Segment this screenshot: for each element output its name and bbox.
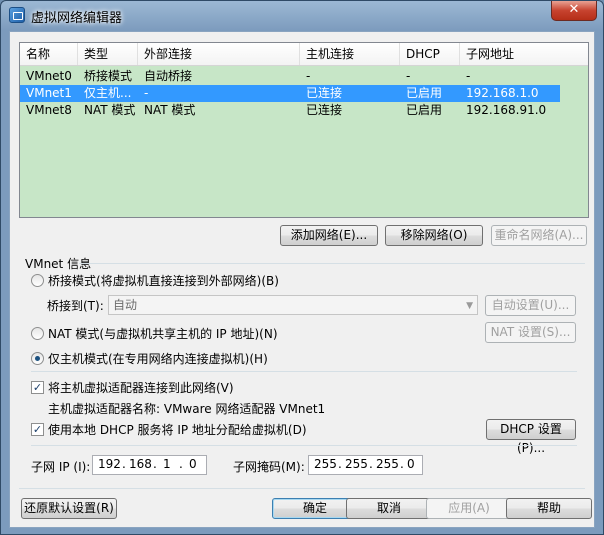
ip-octet[interactable]: 192 [98,457,121,471]
cell-name: VMnet8 [26,103,72,117]
add-network-button[interactable]: 添加网络(E)... [280,225,378,246]
chevron-down-icon: ▼ [466,301,473,311]
cancel-button[interactable]: 取消 [346,498,432,519]
subnet-mask-field[interactable]: 255 . 255 . 255 . 0 [308,455,423,475]
subnet-ip-label: 子网 IP (I): [31,460,91,474]
bridged-mode-radio[interactable] [31,274,44,287]
column-header-external[interactable]: 外部连接 [138,43,300,65]
bridge-to-select[interactable]: 自动 ▼ [108,295,478,315]
separator [31,371,577,372]
column-header-name[interactable]: 名称 [20,43,78,65]
rename-network-button[interactable]: 重命名网络(A)... [491,225,587,246]
help-button[interactable]: 帮助 [506,498,592,519]
use-dhcp-label[interactable]: 使用本地 DHCP 服务将 IP 地址分配给虚拟机(D) [48,421,307,438]
cell-external: NAT 模式 [144,103,196,117]
cell-dhcp: 已启用 [406,86,443,100]
remove-network-button[interactable]: 移除网络(O) [385,225,483,246]
title-bar[interactable]: 虚拟网络编辑器 ✕ [1,1,603,29]
cell-subnet: 192.168.1.0 [466,86,539,100]
connect-host-adapter-checkbox[interactable]: ✓ [31,381,44,394]
ip-octet[interactable]: 0 [189,457,197,471]
network-list[interactable]: 名称 类型 外部连接 主机连接 DHCP 子网地址 VMnet0 桥接模式 自动… [19,42,589,218]
cell-type: 桥接模式 [84,69,133,83]
group-divider [79,263,585,264]
cell-type: 仅主机... [84,86,132,100]
cell-host: 已连接 [306,103,343,117]
network-app-icon [9,7,25,23]
cell-subnet: - [466,69,471,83]
column-header-subnet[interactable]: 子网地址 [460,43,588,65]
nat-mode-label[interactable]: NAT 模式(与虚拟机共享主机的 IP 地址)(N) [48,325,278,342]
network-row-vmnet0[interactable]: VMnet0 桥接模式 自动桥接 - - - [20,68,560,85]
ip-octet[interactable]: 168 [129,457,152,471]
vmnet-info-group: VMnet 信息 桥接模式(将虚拟机直接连接到外部网络)(B) 桥接到(T): … [19,255,585,481]
mask-octet[interactable]: 255 [345,457,368,471]
auto-settings-button[interactable]: 自动设置(U)... [485,295,576,316]
window-title: 虚拟网络编辑器 [31,11,123,26]
dhcp-settings-button[interactable]: DHCP 设置(P)... [486,419,576,455]
footer-separator [19,488,585,489]
cell-external: - [144,86,149,100]
bridge-to-value: 自动 [113,298,138,312]
network-row-vmnet8[interactable]: VMnet8 NAT 模式 NAT 模式 已连接 已启用 192.168.91.… [20,102,560,119]
cell-host: - [306,69,311,83]
connect-host-adapter-label[interactable]: 将主机虚拟适配器连接到此网络(V) [48,379,234,396]
cell-name: VMnet1 [26,86,72,100]
dialog-client-area: 名称 类型 外部连接 主机连接 DHCP 子网地址 VMnet0 桥接模式 自动… [9,31,595,528]
nat-settings-button[interactable]: NAT 设置(S)... [485,322,576,343]
use-dhcp-checkbox[interactable]: ✓ [31,423,44,436]
cell-type: NAT 模式 [84,103,136,117]
cell-host: 已连接 [306,86,343,100]
subnet-mask-label: 子网掩码(M): [233,460,305,474]
virtual-network-editor-window: 虚拟网络编辑器 ✕ 名称 类型 外部连接 主机连接 DHCP 子网地址 VMne… [0,0,604,535]
column-header-type[interactable]: 类型 [78,43,138,65]
network-row-vmnet1[interactable]: VMnet1 仅主机... - 已连接 已启用 192.168.1.0 [20,85,560,102]
separator [31,445,577,446]
mask-octet[interactable]: 255 [314,457,337,471]
ip-octet[interactable]: 1 [163,457,171,471]
cell-dhcp: - [406,69,411,83]
restore-defaults-button[interactable]: 还原默认设置(R) [21,498,117,519]
host-adapter-name-text: 主机虚拟适配器名称: VMware 网络适配器 VMnet1 [48,402,326,416]
network-list-header: 名称 类型 外部连接 主机连接 DHCP 子网地址 [20,43,588,66]
close-button[interactable]: ✕ [551,1,597,21]
bridge-to-label: 桥接到(T): [47,299,104,313]
host-only-mode-radio[interactable] [31,352,44,365]
apply-button[interactable]: 应用(A) [426,498,512,519]
cell-dhcp: 已启用 [406,103,443,117]
cell-name: VMnet0 [26,69,72,83]
nat-mode-radio[interactable] [31,327,44,340]
column-header-host-connection[interactable]: 主机连接 [300,43,400,65]
column-header-dhcp[interactable]: DHCP [400,43,460,65]
bridged-mode-label[interactable]: 桥接模式(将虚拟机直接连接到外部网络)(B) [48,272,279,289]
subnet-ip-field[interactable]: 192 . 168 . 1 . 0 [92,455,207,475]
cell-subnet: 192.168.91.0 [466,103,547,117]
mask-octet[interactable]: 0 [407,457,415,471]
host-only-mode-label[interactable]: 仅主机模式(在专用网络内连接虚拟机)(H) [48,350,268,367]
mask-octet[interactable]: 255 [376,457,399,471]
cell-external: 自动桥接 [144,69,193,83]
